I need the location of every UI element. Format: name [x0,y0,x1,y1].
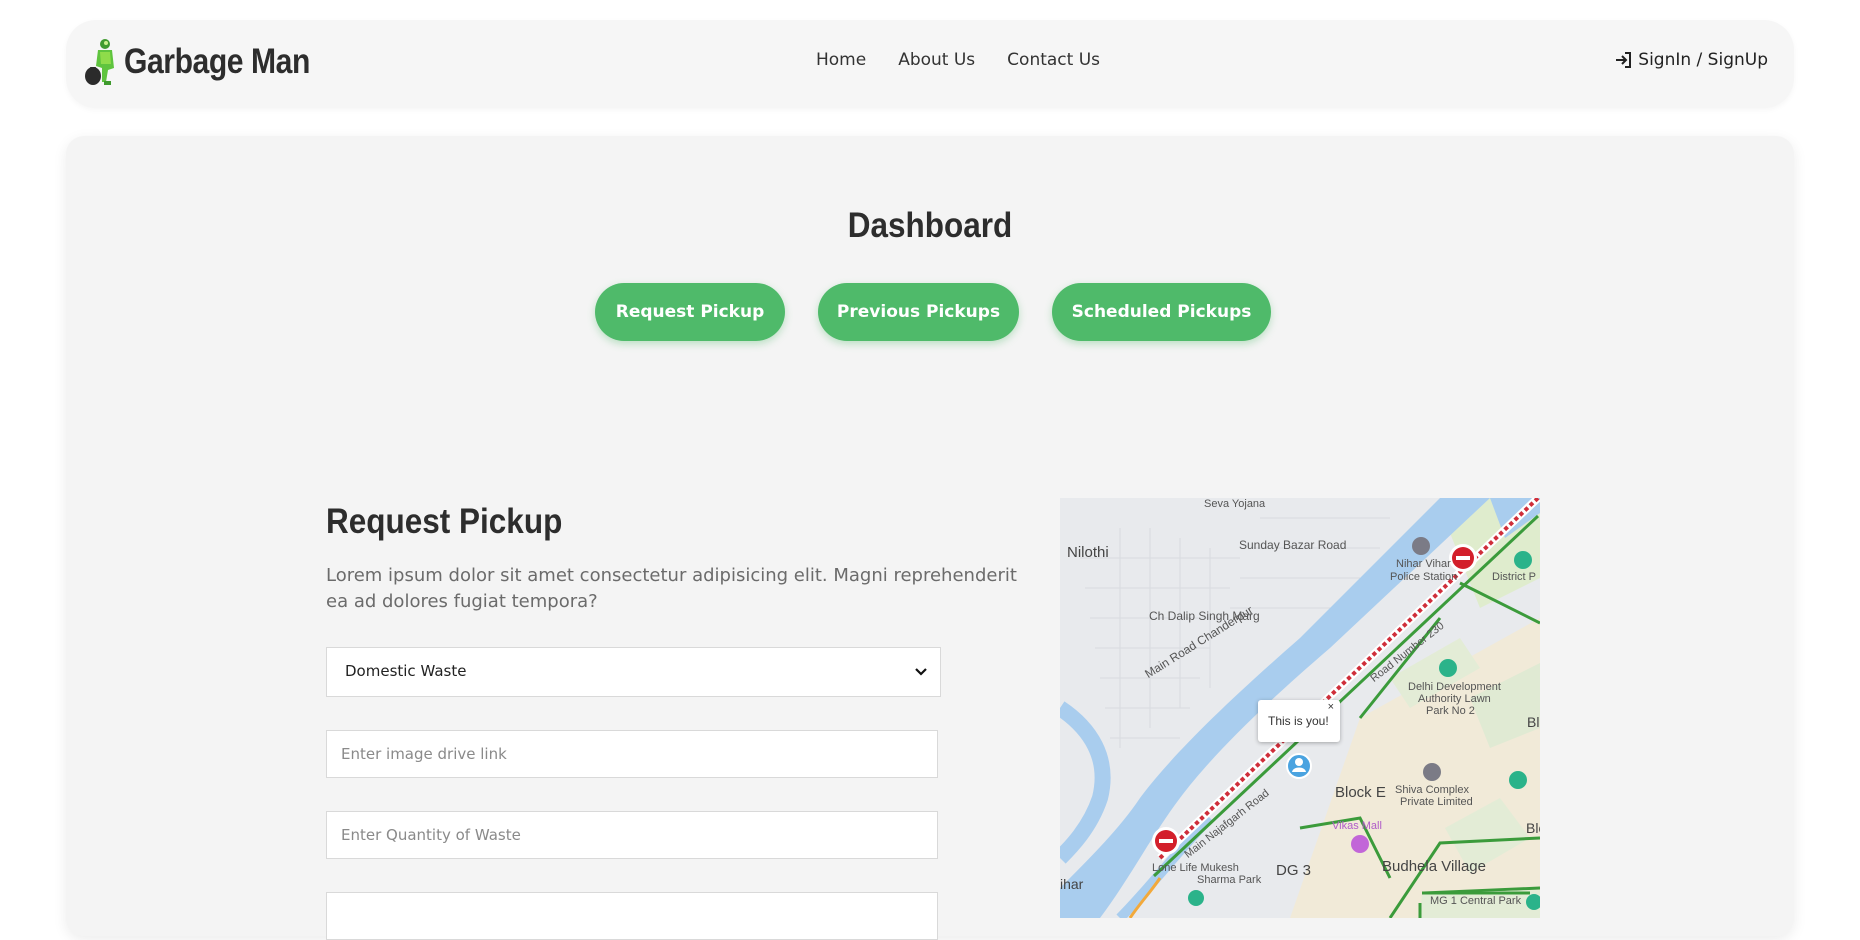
map-place-label: Police Station [1390,571,1458,583]
map-place-label: Blo [1526,820,1540,836]
dashboard-actions: Request Pickup Previous Pickups Schedule… [595,283,1271,341]
map-place-label: Nihar Vihar [1396,558,1451,570]
map-place-label: Sunday Bazar Road [1239,538,1347,552]
map-place-label: Authority Lawn [1418,693,1491,705]
map-popup: × This is you! [1258,700,1340,742]
login-icon [1616,52,1632,68]
map-place-label: Private Limited [1400,796,1473,808]
no-entry-marker-icon[interactable] [1449,544,1477,572]
no-entry-marker-icon[interactable] [1152,827,1180,855]
location-map[interactable]: Seva Yojana Sunday Bazar Road Nilothi Ch… [1060,498,1540,918]
signin-link[interactable]: SignIn / SignUp [1614,50,1768,70]
map-place-label: District P [1492,571,1536,583]
dashboard-panel: Dashboard Request Pickup Previous Pickup… [66,136,1794,940]
nav-links: Home About Us Contact Us [816,50,1100,70]
map-place-label: Vikas Mall [1332,820,1382,832]
user-location-icon[interactable] [1286,753,1312,779]
garbage-man-logo-icon [85,39,114,85]
map-place-label: Sharma Park [1197,874,1262,886]
map-place-label: Delhi Development [1408,681,1501,693]
business-icon [1423,763,1441,781]
signin-label: SignIn / SignUp [1638,50,1768,70]
dashboard-title: Dashboard [847,206,1013,245]
nav-link-contact[interactable]: Contact Us [1007,50,1100,70]
request-pickup-heading: Request Pickup [326,502,563,541]
brand-name: Garbage Man [124,42,310,81]
image-link-input[interactable] [326,730,938,778]
extra-input[interactable] [326,892,938,940]
map-place-label: Budhela Village [1382,858,1486,875]
scheduled-pickups-button[interactable]: Scheduled Pickups [1052,283,1271,341]
map-place-label: ihar [1060,876,1084,892]
navbar: Garbage Man Home About Us Contact Us Sig… [66,20,1794,108]
map-place-label: Nilothi [1067,544,1109,561]
map-place-label: DG 3 [1276,862,1312,879]
brand[interactable]: Garbage Man [84,38,340,86]
map-place-label: Park No 2 [1426,705,1475,717]
police-station-icon [1412,537,1430,555]
map-place-label: MG 1 Central Park [1430,895,1522,907]
request-pickup-button[interactable]: Request Pickup [595,283,785,341]
quantity-input[interactable] [326,811,938,859]
map-place-label: Shiva Complex [1395,784,1469,796]
park-icon [1439,659,1457,677]
nav-link-about[interactable]: About Us [898,50,975,70]
map-popup-text: This is you! [1268,714,1329,728]
request-pickup-description: Lorem ipsum dolor sit amet consectetur a… [326,565,1017,612]
map-place-label: Lone Life Mukesh [1152,862,1239,874]
map-place-label: Seva Yojana [1204,498,1266,510]
park-icon [1188,890,1204,906]
nav-link-home[interactable]: Home [816,50,866,70]
chevron-down-icon [915,668,927,676]
park-icon [1509,771,1527,789]
shopping-icon [1351,835,1369,853]
map-place-label: Block E [1335,784,1386,801]
waste-type-select[interactable]: Domestic Waste [326,647,941,697]
waste-type-value: Domestic Waste [345,662,467,680]
map-place-label: Bl [1527,714,1540,730]
previous-pickups-button[interactable]: Previous Pickups [818,283,1019,341]
park-icon [1514,551,1532,569]
close-icon[interactable]: × [1328,701,1334,713]
